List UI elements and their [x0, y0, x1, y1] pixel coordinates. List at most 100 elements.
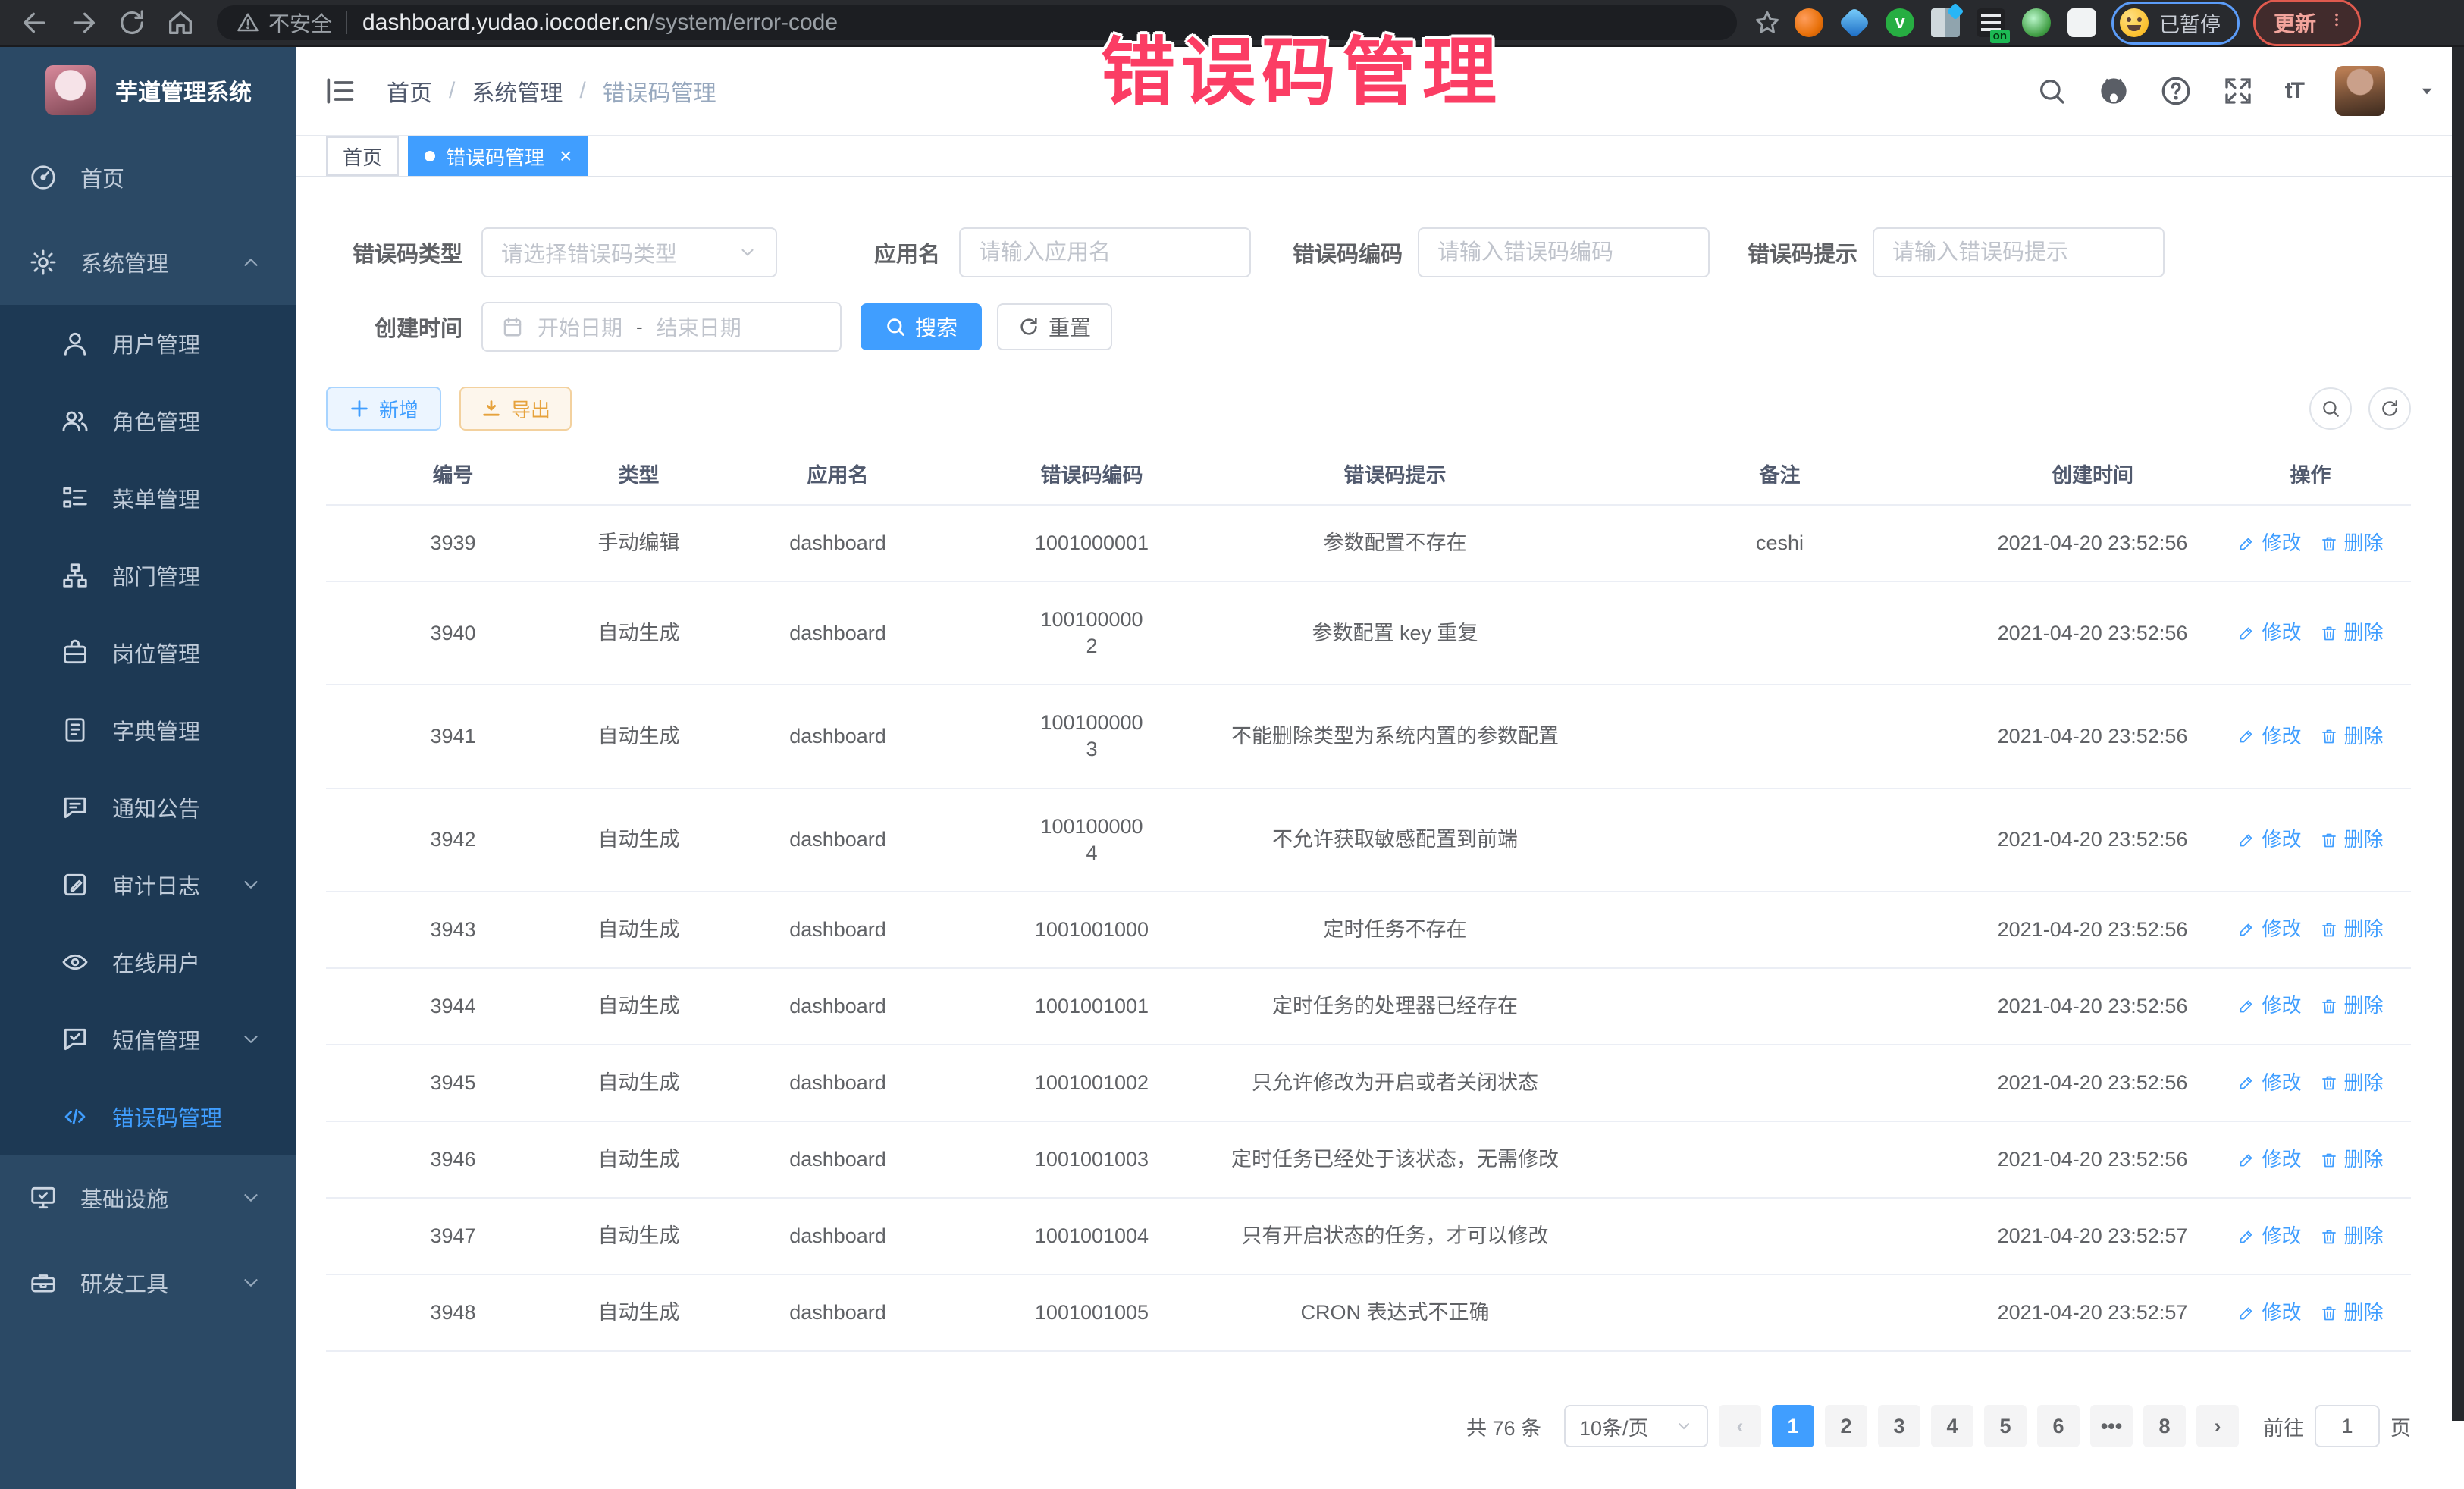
help-question-icon[interactable]	[2161, 76, 2191, 106]
sidebar-item-system-management[interactable]: 系统管理	[0, 220, 296, 305]
github-icon[interactable]	[2099, 76, 2129, 106]
url-bar[interactable]: 不安全 dashboard.yudao.iocoder.cn/system/er…	[217, 5, 1737, 40]
delete-link[interactable]: 删除	[2320, 724, 2384, 750]
browser-update-button[interactable]: 更新	[2253, 0, 2361, 46]
browser-back-icon[interactable]	[20, 8, 50, 38]
sidebar-item-role-management[interactable]: 角色管理	[0, 382, 296, 459]
edit-link[interactable]: 修改	[2237, 1071, 2301, 1096]
extension-icon-4[interactable]	[1931, 8, 1960, 37]
edit-link[interactable]: 修改	[2237, 724, 2301, 750]
sidebar-item-sms-management[interactable]: 短信管理	[0, 1001, 296, 1078]
extensions-puzzle-icon[interactable]	[2067, 8, 2096, 37]
export-button[interactable]: 导出	[459, 387, 572, 431]
hide-search-toggle-button[interactable]	[2309, 387, 2352, 430]
sidebar: 芋道管理系统 首页系统管理用户管理角色管理菜单管理部门管理岗位管理字典管理通知公…	[0, 47, 296, 1489]
edit-link[interactable]: 修改	[2237, 620, 2301, 646]
page-button-8[interactable]: 8	[2143, 1405, 2186, 1447]
edit-link[interactable]: 修改	[2237, 993, 2301, 1019]
search-icon[interactable]	[2036, 76, 2067, 106]
goto-page-input[interactable]	[2315, 1405, 2380, 1447]
breadcrumb: 首页 / 系统管理 / 错误码管理	[387, 74, 716, 108]
table-tools	[2309, 387, 2411, 430]
sidebar-item-dev-tools[interactable]: 研发工具	[0, 1240, 296, 1325]
not-secure-warning-icon	[237, 11, 259, 34]
browser-forward-icon[interactable]	[68, 8, 99, 38]
sidebar-item-menu-management[interactable]: 菜单管理	[0, 459, 296, 537]
browser-home-icon[interactable]	[165, 8, 196, 38]
tab-close-icon[interactable]: ×	[560, 146, 572, 167]
bookmark-star-icon[interactable]	[1754, 9, 1781, 36]
edit-link[interactable]: 修改	[2237, 827, 2301, 853]
breadcrumb-system[interactable]: 系统管理	[472, 74, 563, 108]
date-start-placeholder: 开始日期	[538, 312, 622, 342]
refresh-table-button[interactable]	[2368, 387, 2411, 430]
delete-link[interactable]: 删除	[2320, 827, 2384, 853]
sidebar-item-post-management[interactable]: 岗位管理	[0, 614, 296, 691]
extension-icon-6[interactable]	[2022, 8, 2051, 37]
delete-link[interactable]: 删除	[2320, 917, 2384, 942]
add-button[interactable]: 新增	[326, 387, 441, 431]
sidebar-item-error-code-management[interactable]: 错误码管理	[0, 1078, 296, 1155]
delete-link[interactable]: 删除	[2320, 531, 2384, 556]
prev-page-button[interactable]: ‹	[1719, 1405, 1761, 1447]
page-button-1[interactable]: 1	[1772, 1405, 1814, 1447]
fullscreen-icon[interactable]	[2223, 76, 2253, 106]
edit-link[interactable]: 修改	[2237, 1300, 2301, 1326]
sidebar-item-dept-management[interactable]: 部门管理	[0, 537, 296, 614]
avatar-caret-down-icon[interactable]	[2417, 81, 2437, 101]
sidebar-item-audit-log[interactable]: 审计日志	[0, 846, 296, 923]
tab-home[interactable]: 首页	[326, 136, 399, 176]
app-name-input[interactable]	[959, 227, 1251, 277]
edit-link[interactable]: 修改	[2237, 1224, 2301, 1249]
extension-icon-2[interactable]	[1839, 7, 1870, 39]
sidebar-item-dict-management[interactable]: 字典管理	[0, 691, 296, 769]
browser-profile-chip[interactable]: 已暂停	[2111, 2, 2240, 45]
sidebar-logo-row[interactable]: 芋道管理系统	[0, 47, 296, 135]
reset-button[interactable]: 重置	[997, 303, 1112, 350]
edit-link[interactable]: 修改	[2237, 1147, 2301, 1173]
browser-reload-icon[interactable]	[117, 8, 147, 38]
extension-icon-5[interactable]: on	[1977, 8, 2005, 37]
sidebar-item-online-user[interactable]: 在线用户	[0, 923, 296, 1001]
page-button-5[interactable]: 5	[1984, 1405, 2027, 1447]
page-size-select[interactable]: 10条/页	[1564, 1405, 1708, 1447]
error-type-select[interactable]: 请选择错误码类型	[481, 227, 777, 277]
search-button[interactable]: 搜索	[861, 303, 982, 350]
delete-link[interactable]: 删除	[2320, 1147, 2384, 1173]
sidebar-item-infrastructure[interactable]: 基础设施	[0, 1155, 296, 1240]
user-avatar[interactable]	[2335, 66, 2385, 116]
tab-error-code-management[interactable]: 错误码管理 ×	[408, 136, 588, 176]
edit-link[interactable]: 修改	[2237, 531, 2301, 556]
sidebar-item-home[interactable]: 首页	[0, 135, 296, 220]
create-time-range-picker[interactable]: 开始日期 - 结束日期	[481, 302, 842, 352]
extension-icon-3[interactable]: v	[1886, 8, 1914, 37]
sidebar-item-user-management[interactable]: 用户管理	[0, 305, 296, 382]
error-code-input[interactable]	[1418, 227, 1710, 277]
hamburger-icon[interactable]	[323, 74, 356, 108]
dict-icon	[61, 716, 89, 744]
delete-link[interactable]: 删除	[2320, 1300, 2384, 1326]
url-path: /system/error-code	[648, 10, 838, 35]
sidebar-item-label: 基础设施	[80, 1182, 168, 1214]
sidebar-item-notice-announcement[interactable]: 通知公告	[0, 769, 296, 846]
delete-link[interactable]: 删除	[2320, 1071, 2384, 1096]
table-row: 3948自动生成dashboard1001001005CRON 表达式不正确20…	[326, 1275, 2411, 1352]
error-hint-input[interactable]	[1873, 227, 2165, 277]
cell-msg: 不允许获取敏感配置到前端	[1205, 789, 1585, 891]
delete-link[interactable]: 删除	[2320, 620, 2384, 646]
next-page-button[interactable]: ›	[2196, 1405, 2239, 1447]
delete-link[interactable]: 删除	[2320, 993, 2384, 1019]
page-button-2[interactable]: 2	[1825, 1405, 1867, 1447]
browser-menu-kebab-icon[interactable]	[2328, 11, 2345, 34]
delete-link[interactable]: 删除	[2320, 1224, 2384, 1249]
breadcrumb-home[interactable]: 首页	[387, 74, 432, 108]
font-size-icon[interactable]: tT	[2285, 78, 2303, 104]
vertical-scrollbar[interactable]	[2452, 47, 2464, 1421]
edit-link[interactable]: 修改	[2237, 917, 2301, 942]
more-pages-button[interactable]: •••	[2090, 1405, 2133, 1447]
extension-icon-1[interactable]	[1795, 8, 1823, 37]
page-button-6[interactable]: 6	[2037, 1405, 2080, 1447]
table-toolbar: 新增 导出	[326, 387, 2411, 431]
page-button-3[interactable]: 3	[1878, 1405, 1920, 1447]
page-button-4[interactable]: 4	[1931, 1405, 1973, 1447]
